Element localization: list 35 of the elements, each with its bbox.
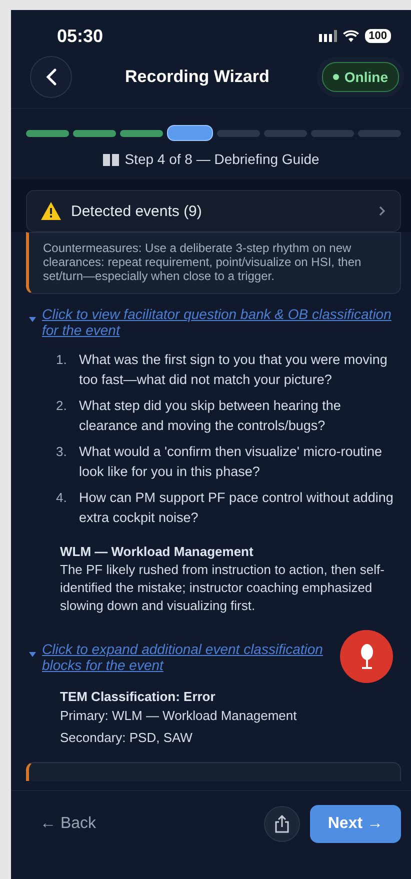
microphone-icon xyxy=(358,644,374,670)
caret-icon xyxy=(29,651,36,658)
classification-link[interactable]: Click to expand additional event classification blocks for the event xyxy=(26,641,401,673)
share-button[interactable] xyxy=(264,806,300,842)
back-button[interactable] xyxy=(30,56,72,98)
countermeasures-text: Countermeasures: Use a deliberate 3-step rhythm on new clearances: repeat requirement, point/visualize on HSI, then set/turn—especially when close to a trigger. xyxy=(26,232,401,294)
book-icon xyxy=(102,152,119,166)
clock-time: 05:30 xyxy=(57,26,104,46)
question-bank-link[interactable]: Click to view facilitator question bank & OB classification for the event xyxy=(26,306,401,338)
chevron-left-icon xyxy=(45,68,57,86)
share-icon xyxy=(274,815,290,833)
warning-icon xyxy=(41,202,61,220)
detected-events-button[interactable]: Detected events (9) xyxy=(26,190,401,232)
signal-icon xyxy=(318,30,337,42)
step-caption: Step 4 of 8 — Debriefing Guide xyxy=(124,151,320,167)
question-number: 1. xyxy=(56,351,68,369)
question-text: What step did you skip between hearing the clearance and moving the controls/bugs? xyxy=(79,397,342,435)
ob-title: WLM — Workload Management xyxy=(59,544,254,559)
question-number: 3. xyxy=(56,443,68,461)
next-button[interactable]: Next → xyxy=(310,805,401,843)
classification-title: TEM Classification: Error xyxy=(59,689,216,704)
back-button[interactable]: ← Back xyxy=(36,809,100,839)
screen-title: Recording Wizard xyxy=(125,67,270,87)
chevron-icon xyxy=(379,206,386,216)
wifi-icon xyxy=(342,30,359,42)
question-number: 2. xyxy=(56,397,68,415)
caret-icon xyxy=(29,316,36,323)
ob-description: The PF likely rushed from instruction to action, then self-identified the mistake; instructor coaching emphasized slowing down and visualizing first. xyxy=(59,561,386,615)
question-text: How can PM support PF pace control without adding extra cockpit noise? xyxy=(79,489,394,527)
question-text: What was the first sign to you that you were moving too fast—what did not match your picture? xyxy=(79,351,388,389)
question-text: What would a 'confirm then visualize' micro-routine look like for you in this phase? xyxy=(79,443,384,481)
classification-line: Secondary: PSD, SAW xyxy=(59,729,194,747)
classification-line: Primary: WLM — Workload Management xyxy=(59,707,298,725)
battery-level: 100 xyxy=(364,29,391,43)
question-number: 4. xyxy=(56,489,68,507)
